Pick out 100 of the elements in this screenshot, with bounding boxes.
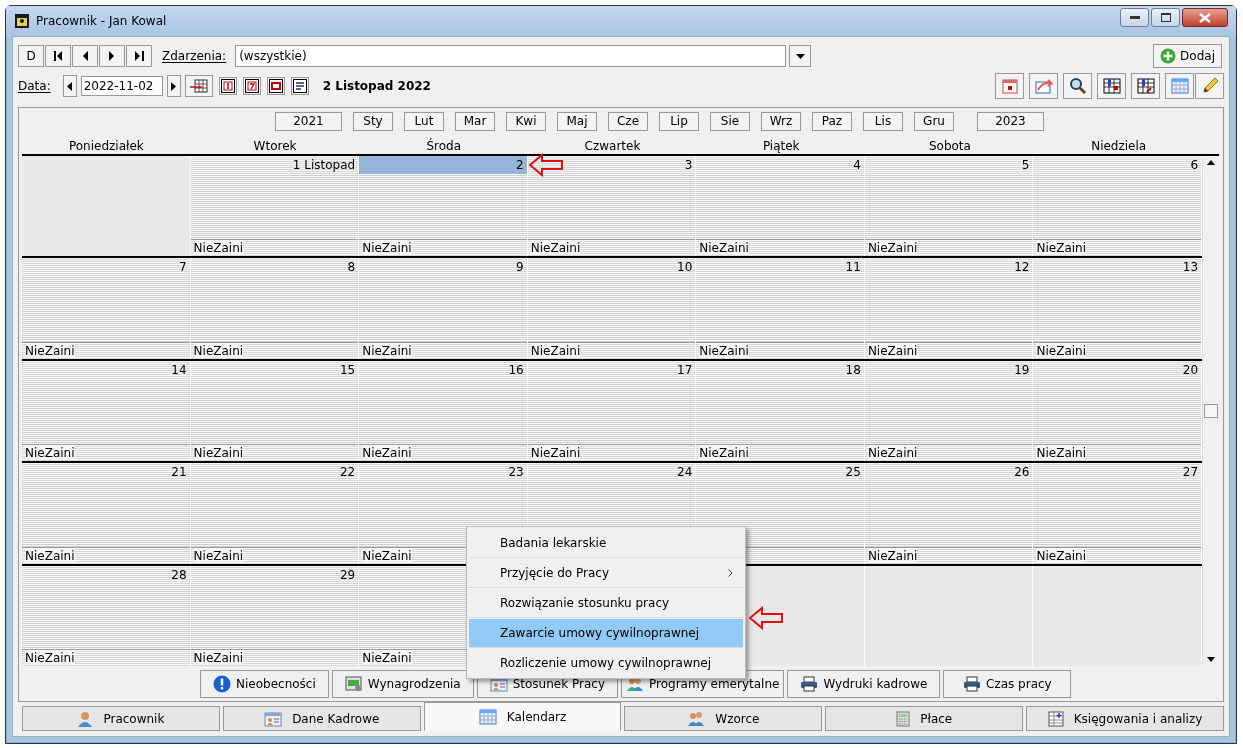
day-header-bar[interactable]: 1 Listopad [190,156,359,174]
day-header-bar[interactable]: 23 [359,463,527,482]
week-view-button[interactable] [242,77,261,95]
day-header-bar[interactable]: 10 [527,258,696,277]
day-cell-body[interactable] [190,378,359,445]
previous-day-button[interactable] [62,75,77,97]
close-button[interactable] [1182,8,1228,27]
month-button[interactable]: Wrz [761,111,801,131]
edit-button[interactable] [1195,73,1224,99]
day-header-bar[interactable]: 27 [1033,463,1202,482]
section-button[interactable]: Wydruki kadrowe [787,670,941,698]
month-view-button[interactable] [266,77,285,95]
day-cell-body[interactable] [1033,174,1202,240]
next-day-button[interactable] [166,75,181,97]
month-button[interactable]: Mar [455,111,495,131]
day-cell-body[interactable] [527,378,696,445]
last-button[interactable] [126,45,152,67]
month-button[interactable]: Cze [608,111,648,131]
export-button[interactable] [1029,73,1058,99]
main-tab[interactable]: Księgowania i analizy [1026,706,1224,731]
day-cell-body[interactable] [864,174,1033,240]
day-cell-body[interactable] [359,276,527,342]
day-cell-body[interactable] [527,174,696,240]
day-header-bar[interactable]: 2 [359,156,527,174]
month-calendar-button[interactable] [1165,73,1194,99]
day-view-button[interactable] [218,77,237,95]
day-header-bar[interactable]: 7 [22,258,190,277]
day-header-bar[interactable]: 11 [696,258,864,277]
day-header-bar[interactable]: 3 [527,156,696,174]
day-cell-body[interactable] [864,481,1033,547]
scroll-up-icon[interactable] [1207,160,1215,165]
day-cell-body[interactable] [696,481,864,547]
menu-item[interactable]: Zawarcie umowy cywilnoprawnej [469,619,743,648]
day-cell-body[interactable] [22,583,190,650]
menu-item[interactable]: Przyjęcie do Pracy [469,559,743,588]
event-calendar-button[interactable] [1097,73,1126,99]
month-button[interactable]: Lut [404,111,444,131]
next-button[interactable] [99,45,125,67]
previous-button[interactable] [72,45,98,67]
day-cell-body[interactable] [190,481,359,547]
event-move-button[interactable] [1131,73,1160,99]
main-tab[interactable]: Pracownik [22,706,220,731]
day-cell-body[interactable] [696,378,864,445]
calendar-button[interactable] [995,73,1024,99]
section-button[interactable]: Wynagrodzenia [331,670,474,698]
day-cell-body[interactable] [696,174,864,240]
day-cell-body[interactable] [22,276,190,342]
day-cell-body[interactable] [190,583,359,650]
first-record-button[interactable]: D [18,45,44,67]
day-cell-body[interactable] [1033,378,1202,445]
search-button[interactable] [1063,73,1092,99]
month-button[interactable]: Sie [710,111,750,131]
day-cell-body[interactable] [22,378,190,445]
scroll-down-icon[interactable] [1207,657,1215,662]
day-header-bar[interactable]: 6 [1033,156,1202,174]
menu-item[interactable]: Rozwiązanie stosunku pracy [469,589,743,618]
section-button[interactable]: Nieobecności [200,670,329,698]
month-button[interactable]: Paz [812,111,852,131]
date-field[interactable]: 2022-11-02 [80,76,163,96]
day-cell-body[interactable] [1033,481,1202,547]
main-tab[interactable]: Kalendarz [423,702,622,731]
previous-year-button[interactable]: 2021 [275,111,342,131]
day-cell-body[interactable] [527,276,696,342]
day-header-bar[interactable]: 22 [190,463,359,482]
day-cell-body[interactable] [190,174,359,240]
month-button[interactable]: Lis [863,111,903,131]
minimize-button[interactable] [1120,8,1149,27]
events-dropdown[interactable]: (wszystkie) [235,45,787,67]
day-header-bar[interactable]: 26 [864,463,1033,482]
month-button[interactable]: Maj [557,111,597,131]
day-header-bar[interactable]: 9 [359,258,527,277]
dropdown-button[interactable] [789,45,812,67]
day-cell-body[interactable] [1033,276,1202,342]
add-button[interactable]: Dodaj [1153,44,1222,68]
day-header-bar[interactable]: 21 [22,463,190,482]
day-header-bar[interactable]: 12 [864,258,1033,277]
main-tab[interactable]: Dane Kadrowe [222,706,421,731]
section-button[interactable]: Czas pracy [943,670,1072,698]
day-header-bar[interactable]: 25 [696,463,864,482]
day-cell-body[interactable] [864,378,1033,445]
day-header-bar[interactable]: 5 [864,156,1033,174]
month-button[interactable]: Sty [353,111,393,131]
month-button[interactable]: Lip [659,111,699,131]
first-button[interactable] [45,45,71,67]
day-cell-body[interactable] [359,378,527,445]
today-button[interactable] [184,75,213,97]
maximize-button[interactable] [1151,8,1180,27]
menu-item[interactable]: Badania lekarskie [469,529,743,558]
day-cell-body[interactable] [864,276,1033,342]
next-year-button[interactable]: 2023 [977,111,1044,131]
month-button[interactable]: Kwi [506,111,546,131]
main-tab[interactable]: Płace [825,706,1024,731]
month-button[interactable]: Gru [914,111,954,131]
day-header-bar[interactable]: 24 [527,463,696,482]
day-header-bar[interactable]: 13 [1033,258,1202,277]
list-view-button[interactable] [290,77,309,95]
day-cell-body[interactable] [696,276,864,342]
main-tab[interactable]: Wzorce [624,706,823,731]
day-header-bar[interactable]: 4 [696,156,864,174]
day-cell-body[interactable] [190,276,359,342]
